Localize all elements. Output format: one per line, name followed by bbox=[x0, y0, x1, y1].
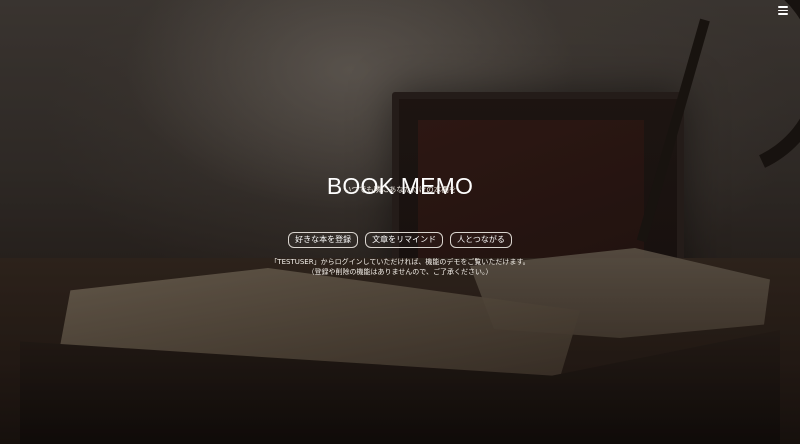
demo-notice: 「TESTUSER」からログインしていただければ、機能のデモをご覧いただけます。… bbox=[0, 257, 800, 277]
register-books-button[interactable]: 好きな本を登録 bbox=[288, 232, 359, 248]
connect-people-button[interactable]: 人とつながる bbox=[450, 232, 512, 248]
hero-background bbox=[0, 0, 800, 444]
feature-buttons: 好きな本を登録 文章をリマインド 人とつながる bbox=[0, 232, 800, 248]
hamburger-menu-icon bbox=[778, 6, 788, 15]
menu-button[interactable] bbox=[778, 6, 788, 16]
demo-notice-line-2: （登録や削除の機能はありませんので、ご了承ください。） bbox=[307, 268, 493, 276]
remind-sentences-button[interactable]: 文章をリマインド bbox=[365, 232, 444, 248]
demo-notice-line-1: 「TESTUSER」からログインしていただければ、機能のデモをご覧いただけます。 bbox=[270, 258, 530, 266]
dark-overlay bbox=[0, 0, 800, 444]
page-subtitle: いつでも隣にあなただけの本棚を bbox=[343, 185, 457, 194]
